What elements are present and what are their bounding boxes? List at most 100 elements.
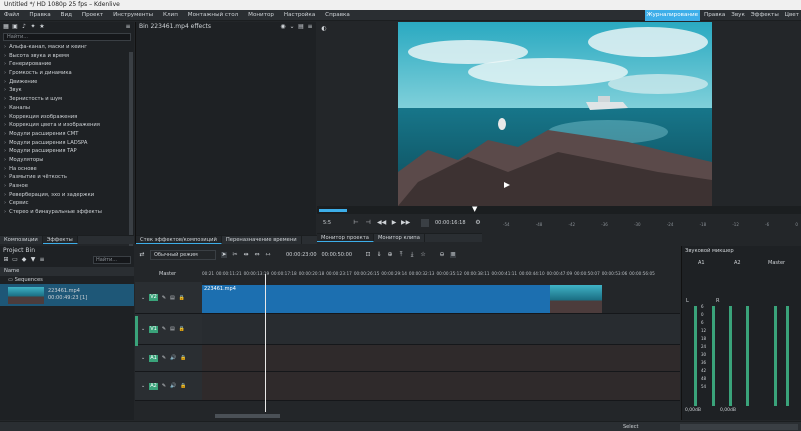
- audio-effects-icon[interactable]: ♪: [21, 23, 27, 30]
- menu-help[interactable]: Справка: [321, 10, 354, 21]
- effects-icon[interactable]: ✎: [162, 383, 166, 389]
- master-label[interactable]: Master: [159, 271, 176, 277]
- track-badge[interactable]: A2: [149, 382, 158, 390]
- a2-gain[interactable]: 0,00dB: [720, 408, 736, 413]
- effect-category[interactable]: Модули расширения LADSPA: [0, 139, 134, 148]
- tab-compositions[interactable]: Композиции: [0, 236, 43, 244]
- folder-icon[interactable]: ▭: [12, 256, 18, 263]
- menu-project[interactable]: Проект: [78, 10, 107, 21]
- speaker-icon[interactable]: 🔊: [170, 355, 176, 361]
- track-badge[interactable]: V2: [149, 294, 158, 301]
- forward-icon[interactable]: ▶▶: [401, 220, 410, 226]
- save-icon[interactable]: ▤: [298, 23, 304, 30]
- effect-category[interactable]: Сервис: [0, 199, 134, 208]
- effect-category[interactable]: Движение: [0, 78, 134, 87]
- tab-effect-stack[interactable]: Стек эффектов/композиций: [136, 236, 222, 244]
- menu-clip[interactable]: Клип: [159, 10, 182, 21]
- lock-icon[interactable]: 🔒: [179, 295, 185, 301]
- insert-icon[interactable]: ⇓: [376, 252, 382, 258]
- effect-category[interactable]: Модули расширения CMT: [0, 130, 134, 139]
- effect-category[interactable]: Коррекция цвета и изображения: [0, 121, 134, 130]
- effect-category[interactable]: Зернистость и шум: [0, 95, 134, 104]
- menu-settings[interactable]: Настройка: [280, 10, 319, 21]
- effect-category[interactable]: Звук: [0, 86, 134, 95]
- timeline-position[interactable]: 00:00:23:00: [286, 252, 317, 258]
- lock-icon[interactable]: 🔒: [180, 355, 186, 361]
- effects-scrollbar[interactable]: [129, 52, 133, 252]
- film-icon[interactable]: ▤: [170, 326, 175, 332]
- tab-time-remap[interactable]: Переназначение времени: [222, 236, 302, 244]
- film-icon[interactable]: ▤: [170, 295, 175, 301]
- mixer-icon[interactable]: ≣: [450, 252, 457, 258]
- timeline-ruler[interactable]: 00:21 00:00:11:21 00:00:13:19 00:00:17:1…: [202, 271, 680, 280]
- workspace-logging[interactable]: Журналирование: [644, 10, 701, 21]
- record-icon[interactable]: ◐: [321, 26, 327, 32]
- zoom-out-icon[interactable]: ⊖: [439, 252, 445, 258]
- list-view-icon[interactable]: ≡: [39, 256, 45, 263]
- a1-gain[interactable]: 0,00dB: [685, 408, 701, 413]
- tab-effects[interactable]: Эффекты: [42, 236, 78, 244]
- workspace-effects[interactable]: Эффекты: [749, 10, 781, 21]
- tab-project-monitor[interactable]: Монитор проекта: [317, 234, 374, 242]
- eye-icon[interactable]: ◉: [280, 23, 286, 30]
- extract-icon[interactable]: ⤓: [409, 252, 415, 258]
- effects-search-input[interactable]: Найти...: [3, 33, 131, 41]
- bin-search-input[interactable]: Найти...: [93, 255, 131, 264]
- collapse-icon[interactable]: ⌄: [141, 295, 145, 301]
- bin-folder-sequences[interactable]: ▭ Sequences: [0, 276, 134, 284]
- workspace-audio[interactable]: Звук: [729, 10, 747, 21]
- overwrite-icon[interactable]: ⊕: [387, 252, 393, 258]
- timeline-duration[interactable]: 00:00:50:00: [322, 252, 353, 258]
- select-tool-icon[interactable]: ➤: [221, 252, 227, 258]
- set-in-icon[interactable]: ⊢: [353, 220, 359, 226]
- menu-tools[interactable]: Инструменты: [109, 10, 157, 21]
- lift-icon[interactable]: ⤒: [398, 252, 404, 258]
- settings-icon[interactable]: ⚙: [475, 220, 481, 226]
- fit-zoom-icon[interactable]: ⊡: [365, 252, 371, 258]
- video-clip[interactable]: 223461.mp4: [202, 285, 602, 313]
- grid-icon[interactable]: ▦: [3, 23, 9, 30]
- chevron-down-icon[interactable]: ⌄: [289, 23, 295, 30]
- edit-mode-select[interactable]: Обычный режим: [150, 250, 216, 260]
- menu-monitor[interactable]: Монитор: [244, 10, 278, 21]
- monitor-zoom[interactable]: 5:5: [323, 220, 331, 226]
- video-effects-icon[interactable]: ▣: [12, 23, 18, 30]
- fullscreen-icon[interactable]: [421, 219, 429, 227]
- track-a1[interactable]: ⌄ A1 ✎ 🔊 🔒: [135, 345, 680, 372]
- collapse-icon[interactable]: ⌄: [141, 355, 145, 361]
- effect-category[interactable]: Реверберация, эхо и задержки: [0, 191, 134, 200]
- track-a2[interactable]: ⌄ A2 ✎ 🔊 🔒: [135, 372, 680, 401]
- track-badge[interactable]: A1: [149, 354, 158, 362]
- monitor-playhead[interactable]: ▼: [472, 206, 477, 213]
- workspace-color[interactable]: Цвет: [783, 10, 801, 21]
- razor-tool-icon[interactable]: ✂: [232, 252, 238, 258]
- play-icon[interactable]: ▶: [391, 220, 397, 226]
- effects-icon[interactable]: ✎: [162, 355, 166, 361]
- effects-icon[interactable]: ✎: [162, 295, 166, 301]
- slip-tool-icon[interactable]: ⇔: [254, 252, 260, 258]
- rewind-icon[interactable]: ◀◀: [377, 220, 386, 226]
- lock-icon[interactable]: 🔒: [180, 383, 186, 389]
- effect-category[interactable]: Коррекция изображения: [0, 113, 134, 122]
- timeline-playhead[interactable]: [265, 274, 266, 412]
- effect-category[interactable]: Модуляторы: [0, 156, 134, 165]
- lock-icon[interactable]: 🔒: [179, 326, 185, 332]
- track-badge[interactable]: V1: [149, 325, 158, 333]
- add-clip-icon[interactable]: ⊞: [3, 256, 9, 263]
- monitor-ruler[interactable]: ▼: [317, 206, 801, 214]
- effect-category[interactable]: Стерео и бинауральные эффекты: [0, 208, 134, 217]
- tab-clip-monitor[interactable]: Монитор клипа: [374, 234, 425, 242]
- effect-category[interactable]: Генерирование: [0, 60, 134, 69]
- favorites-icon[interactable]: ★: [39, 23, 45, 30]
- speaker-icon[interactable]: 🔊: [170, 383, 176, 389]
- workspace-edit[interactable]: Правка: [702, 10, 727, 21]
- effect-category[interactable]: Альфа-канал, маски и кеинг: [0, 43, 134, 52]
- menu-edit[interactable]: Правка: [25, 10, 54, 21]
- effect-category[interactable]: Размытие и чёткость: [0, 173, 134, 182]
- effect-category[interactable]: Модули расширения TAP: [0, 147, 134, 156]
- collapse-icon[interactable]: ⌄: [141, 326, 145, 332]
- track-v2[interactable]: ⌄ V2 ✎ ▤ 🔒 223461.mp4: [135, 282, 680, 314]
- set-out-icon[interactable]: ⊣: [365, 220, 371, 226]
- track-v1[interactable]: ⌄ V1 ✎ ▤ 🔒: [135, 314, 680, 345]
- monitor-timecode[interactable]: 00:00:16:18: [435, 220, 466, 226]
